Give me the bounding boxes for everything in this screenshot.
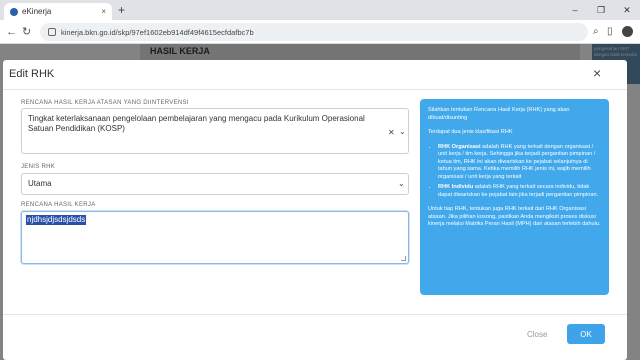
maximize-button[interactable]: ❐ xyxy=(588,0,614,20)
profile-avatar[interactable] xyxy=(622,26,633,37)
edit-rhk-modal: Edit RHK × RENCANA HASIL KERJA ATASAN YA… xyxy=(3,60,627,360)
atasan-rhk-select[interactable]: Tingkat keterlaksanaan pengelolaan pembe… xyxy=(21,108,409,154)
tab-close-icon[interactable]: × xyxy=(101,7,106,16)
tab-title: eKinerja xyxy=(22,7,52,16)
browser-tab[interactable]: eKinerja × xyxy=(4,3,112,20)
ekinerja-favicon-icon xyxy=(10,7,18,16)
jenis-rhk-label: JENIS RHK xyxy=(21,164,56,170)
site-info-icon[interactable] xyxy=(48,28,56,36)
info-list: RHK Organisasi adalah RHK yang terkait d… xyxy=(438,144,601,200)
chevron-down-icon[interactable]: ⌄ xyxy=(398,179,405,188)
atasan-rhk-value: Tingkat keterlaksanaan pengelolaan pembe… xyxy=(28,114,365,133)
modal-title: Edit RHK xyxy=(9,68,55,80)
close-button[interactable]: Close xyxy=(527,330,547,339)
info-intro: Silahkan tentukan Rencana Hasil Kerja (R… xyxy=(428,107,570,121)
atasan-rhk-label: RENCANA HASIL KERJA ATASAN YANG DIINTERV… xyxy=(21,100,189,106)
modal-header: Edit RHK × xyxy=(3,60,627,90)
minimize-button[interactable]: – xyxy=(562,0,588,20)
new-tab-button[interactable]: + xyxy=(118,3,125,17)
ok-button[interactable]: OK xyxy=(567,324,605,344)
browser-toolbar: ← ↻ kinerja.bkn.go.id/skp/97ef1602eb914d… xyxy=(0,20,640,44)
jenis-rhk-select[interactable]: Utama ⌄ xyxy=(21,173,409,195)
info-footer: Untuk tiap RHK, tentukan juga RHK terkai… xyxy=(428,206,601,227)
zoom-icon[interactable]: ⌕ xyxy=(593,25,599,39)
back-icon[interactable]: ← xyxy=(6,25,17,39)
chevron-down-icon[interactable]: ⌄ xyxy=(399,127,406,136)
clear-selection-icon[interactable]: ✕ xyxy=(388,128,395,137)
rhk-textarea[interactable]: njdhsjdjsdsjdsds xyxy=(21,211,409,264)
info-item-individu: RHK Individu adalah RHK yang terkait sec… xyxy=(438,184,601,199)
modal-footer: Close OK xyxy=(3,314,627,360)
rhk-label: RENCANA HASIL KERJA xyxy=(21,202,96,208)
address-bar[interactable]: kinerja.bkn.go.id/skp/97ef1602eb914df49f… xyxy=(40,23,588,41)
info-types-intro: Terdapat dua jenis klasifikasi RHK xyxy=(428,129,513,135)
info-panel: Silahkan tentukan Rencana Hasil Kerja (R… xyxy=(420,99,609,295)
sidebar-icon[interactable]: ▯ xyxy=(607,25,613,39)
window-controls: – ❐ ✕ xyxy=(562,0,640,20)
jenis-rhk-value: Utama xyxy=(28,179,52,188)
info-item2-title: RHK Individu xyxy=(438,184,474,190)
window-close-button[interactable]: ✕ xyxy=(614,0,640,20)
resize-handle[interactable] xyxy=(401,256,406,261)
info-item1-title: RHK Organisasi xyxy=(438,143,481,150)
info-item-organisasi: RHK Organisasi adalah RHK yang terkait d… xyxy=(438,144,601,182)
url-text: kinerja.bkn.go.id/skp/97ef1602eb914df49f… xyxy=(61,27,254,37)
modal-close-icon[interactable]: × xyxy=(593,66,601,80)
reload-icon[interactable]: ↻ xyxy=(22,25,31,39)
rhk-textarea-value: njdhsjdjsdsjdsds xyxy=(26,215,87,225)
browser-tab-bar: eKinerja × + – ❐ ✕ xyxy=(0,0,640,20)
